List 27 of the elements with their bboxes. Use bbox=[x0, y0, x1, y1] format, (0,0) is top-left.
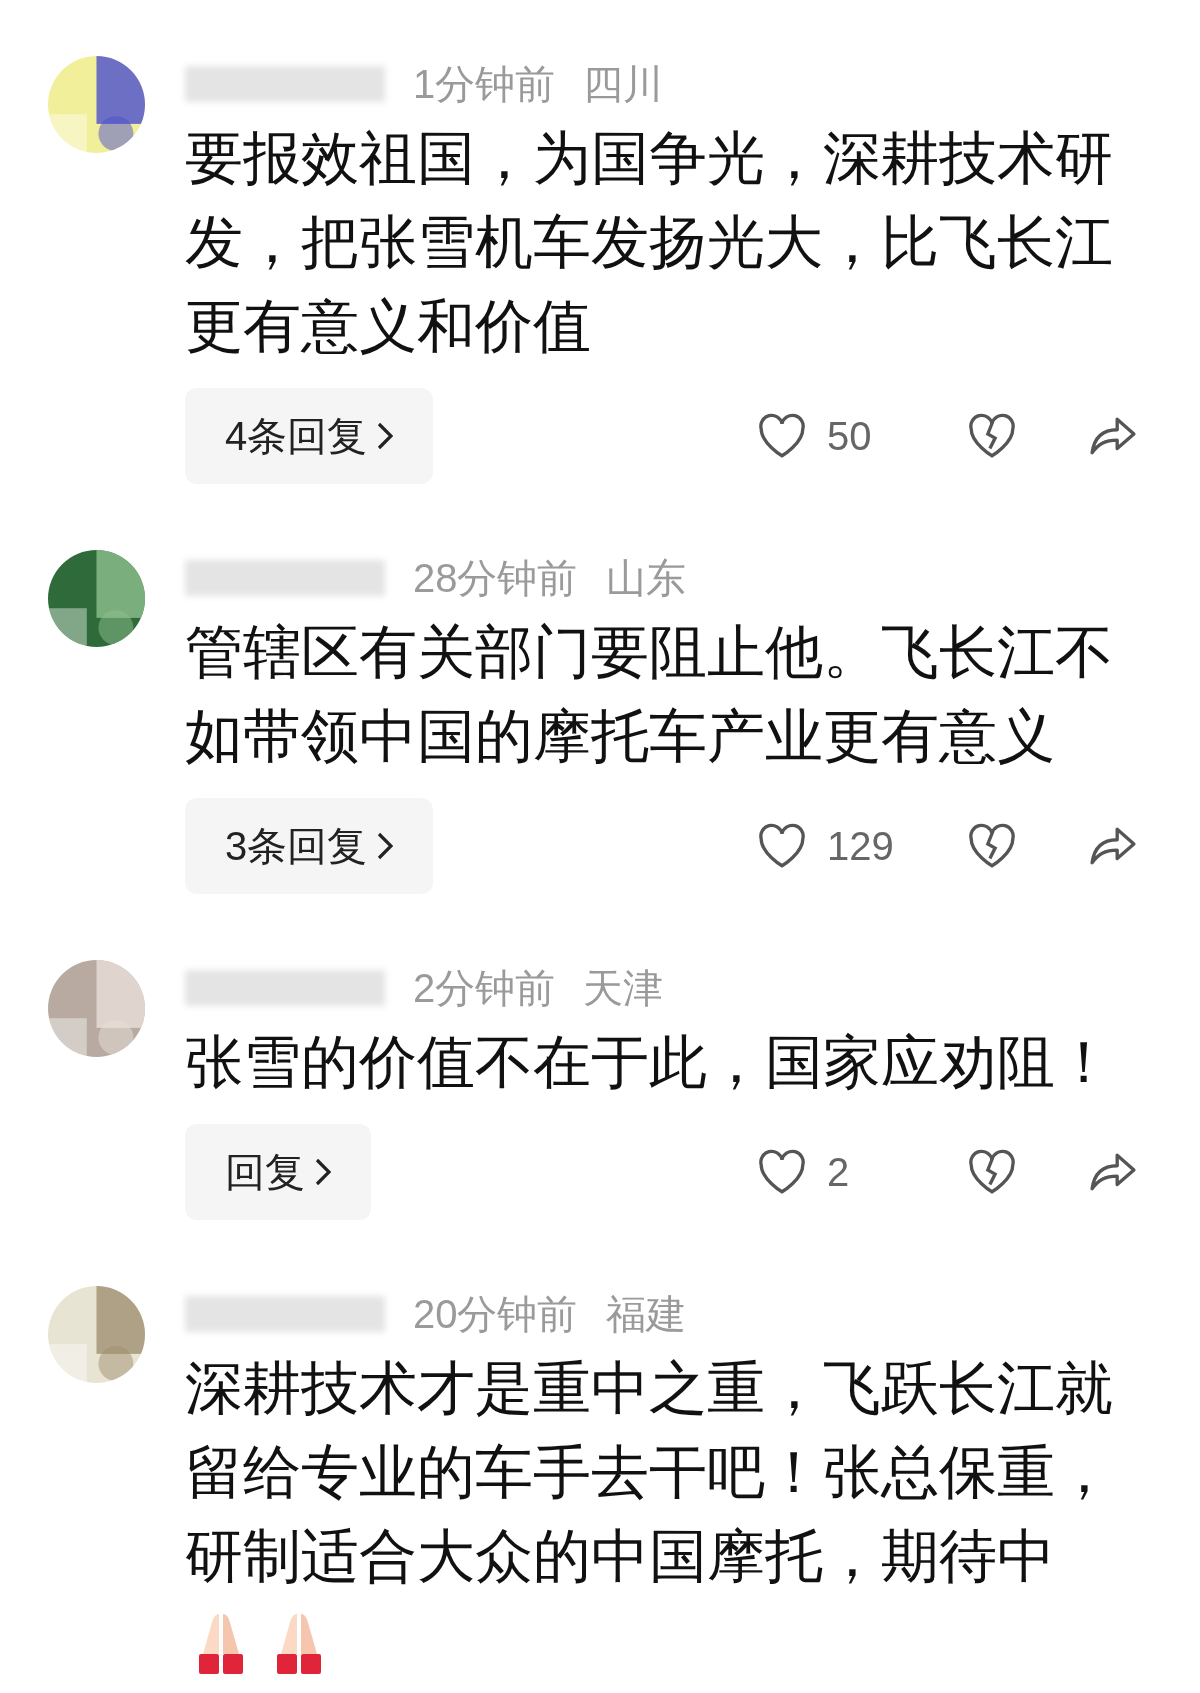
comment-location: 福建 bbox=[605, 1294, 686, 1334]
comment-text: 张雪的价值不在于此，国家应劝阻！ bbox=[185, 1028, 1114, 1096]
comment-text: 要报效祖国，为国争光，深耕技术研发，把张雪机车发扬光大，比飞长江更有意义和价值 bbox=[185, 124, 1114, 360]
chevron-icon bbox=[377, 422, 394, 450]
replies-button[interactable]: 3条回复 bbox=[185, 798, 434, 894]
comment-location: 山东 bbox=[605, 558, 686, 598]
broken-heart-icon[interactable] bbox=[967, 413, 1017, 459]
heart-icon[interactable] bbox=[757, 1149, 807, 1195]
comment-time: 28分钟前 bbox=[413, 558, 578, 598]
broken-heart-icon[interactable] bbox=[967, 1149, 1017, 1195]
replies-button[interactable]: 4条回复 bbox=[185, 388, 434, 484]
comment-time: 20分钟前 bbox=[413, 1294, 578, 1334]
heart-icon[interactable] bbox=[757, 413, 807, 459]
like-count: 2 bbox=[827, 1149, 851, 1196]
broken-heart-icon[interactable] bbox=[967, 823, 1017, 869]
comment-time: 1分钟前 bbox=[413, 64, 556, 104]
comment-text: 管辖区有关部门要阻止他。飞长江不如带领中国的摩托车产业更有意义 bbox=[185, 618, 1114, 770]
chevron-icon bbox=[315, 1158, 331, 1186]
comment-location: 四川 bbox=[583, 64, 664, 104]
chevron-icon bbox=[377, 832, 394, 860]
comment-time: 2分钟前 bbox=[413, 968, 556, 1008]
like-count: 129 bbox=[827, 823, 895, 870]
comment-text: 深耕技术才是重中之重，飞跃长江就留给专业的车手去干吧！张总保重，研制适合大众的中国摩托，期待中 bbox=[185, 1354, 1114, 1590]
heart-icon[interactable] bbox=[757, 823, 807, 869]
comment-location: 天津 bbox=[583, 968, 664, 1008]
like-count: 50 bbox=[827, 413, 873, 460]
replies-button[interactable]: 回复 bbox=[185, 1124, 371, 1220]
